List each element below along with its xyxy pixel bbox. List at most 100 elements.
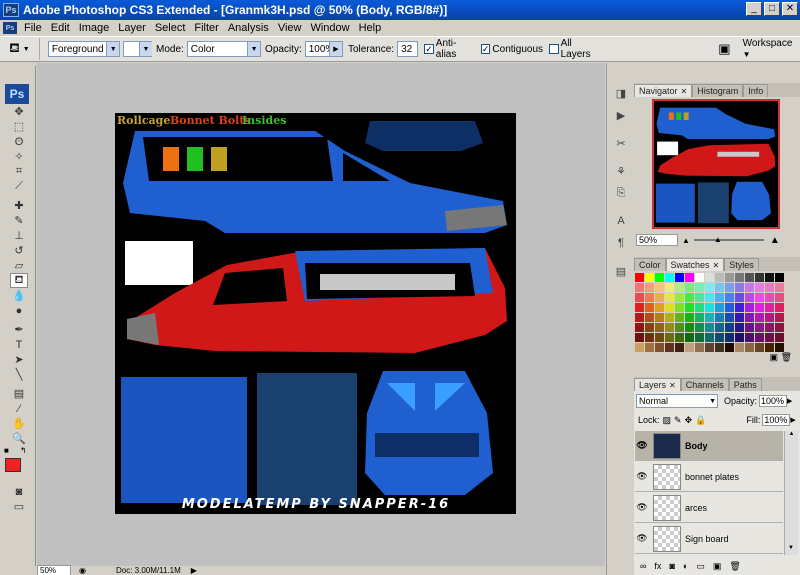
close-icon[interactable]: ✕ (681, 87, 688, 96)
link-icon[interactable]: ∞ (640, 561, 646, 571)
swatch[interactable] (765, 333, 774, 342)
chevron-right-icon[interactable]: ▶ (787, 397, 792, 405)
swatch[interactable] (705, 273, 714, 282)
swatch[interactable] (725, 283, 734, 292)
swatch[interactable] (655, 283, 664, 292)
swatch[interactable] (645, 303, 654, 312)
swatch[interactable] (645, 333, 654, 342)
swatch[interactable] (735, 333, 744, 342)
swatch[interactable] (735, 303, 744, 312)
bridge-icon[interactable]: ▣ (718, 41, 730, 57)
tab-info[interactable]: Info (743, 84, 769, 97)
layer-row[interactable]: 👁 Body (635, 431, 783, 461)
swatch[interactable] (725, 343, 734, 352)
swatch[interactable] (675, 303, 684, 312)
lock-image-icon[interactable]: ✎ (674, 415, 682, 426)
swatch[interactable] (745, 343, 754, 352)
layer-row[interactable]: 👁 bonnet plates (635, 462, 783, 492)
swatch[interactable] (725, 293, 734, 302)
swatch[interactable] (715, 303, 724, 312)
close-icon[interactable]: ✕ (713, 261, 720, 270)
layer-fill-field[interactable]: 100% (762, 414, 791, 426)
swatch[interactable] (765, 303, 774, 312)
swatch[interactable] (635, 333, 644, 342)
swatch[interactable] (725, 273, 734, 282)
swatch[interactable] (755, 273, 764, 282)
swatch[interactable] (645, 323, 654, 332)
foreground-color-swatch[interactable] (5, 458, 21, 472)
swatch[interactable] (705, 293, 714, 302)
swatch[interactable] (685, 273, 694, 282)
close-icon[interactable]: ✕ (669, 381, 676, 390)
swatch[interactable] (665, 313, 674, 322)
paint-bucket-tool-icon[interactable]: ⛾ (10, 273, 28, 288)
status-zoom[interactable]: 50% (37, 565, 71, 575)
tab-navigator[interactable]: Navigator ✕ (634, 84, 693, 97)
blend-mode-select[interactable]: Normal ▼ (636, 394, 718, 408)
quick-mask-icon[interactable]: ◙ (10, 484, 28, 499)
scroll-down-icon[interactable]: ▼ (785, 545, 797, 555)
swatch[interactable] (635, 273, 644, 282)
swatch[interactable] (655, 293, 664, 302)
mode-select[interactable]: Color ▼ (186, 41, 262, 57)
new-swatch-icon[interactable]: ▣ (769, 352, 778, 363)
swatch[interactable] (655, 303, 664, 312)
swatch[interactable] (745, 303, 754, 312)
tab-paths[interactable]: Paths (728, 378, 762, 391)
swatch[interactable] (665, 333, 674, 342)
notes-tool-icon[interactable]: ▤ (10, 386, 28, 401)
swatch[interactable] (635, 323, 644, 332)
swatch[interactable] (635, 313, 644, 322)
swatch-grid[interactable] (635, 273, 784, 355)
swatch[interactable] (765, 273, 774, 282)
menu-view[interactable]: View (275, 22, 308, 34)
eye-icon[interactable]: 👁 (635, 471, 649, 482)
layer-comps-icon[interactable]: ▤ (612, 263, 630, 279)
close-button[interactable]: ✕ (782, 2, 798, 16)
move-tool-icon[interactable]: ✥ (10, 104, 28, 119)
swatch[interactable] (635, 283, 644, 292)
swatch[interactable] (775, 303, 784, 312)
swatch[interactable] (705, 283, 714, 292)
swatch[interactable] (695, 323, 704, 332)
swatch[interactable] (665, 343, 674, 352)
all-layers-checkbox[interactable] (549, 44, 559, 54)
hand-tool-icon[interactable]: ✋ (10, 416, 28, 431)
menu-filter[interactable]: Filter (191, 22, 224, 34)
swatch[interactable] (765, 293, 774, 302)
swatch[interactable] (705, 333, 714, 342)
swatch[interactable] (745, 293, 754, 302)
swatch[interactable] (705, 323, 714, 332)
tool-presets-icon[interactable]: ✂ (612, 135, 630, 151)
menu-layer[interactable]: Layer (115, 22, 152, 34)
menu-select[interactable]: Select (152, 22, 192, 34)
tab-channels[interactable]: Channels (680, 378, 729, 391)
swatch[interactable] (645, 283, 654, 292)
swatch[interactable] (775, 283, 784, 292)
swatch[interactable] (755, 333, 764, 342)
new-layer-icon[interactable]: ▣ (713, 561, 722, 572)
swatch[interactable] (745, 313, 754, 322)
eraser-tool-icon[interactable]: ▱ (10, 258, 28, 273)
swatch[interactable] (695, 333, 704, 342)
brush-tool-icon[interactable]: ✎ (10, 213, 28, 228)
lock-transparency-icon[interactable]: ▨ (663, 415, 672, 426)
workspace-button[interactable]: Workspace ▼ (743, 38, 800, 60)
swatch[interactable] (705, 303, 714, 312)
swatch[interactable] (655, 343, 664, 352)
swatch[interactable] (715, 343, 724, 352)
maximize-button[interactable]: □ (764, 2, 780, 16)
fill-source-select[interactable]: Foreground ▼ (47, 41, 121, 57)
opacity-field[interactable]: 100% ▶ (304, 41, 343, 57)
swatch[interactable] (775, 313, 784, 322)
zoom-out-icon[interactable]: ▲ (682, 236, 690, 245)
layer-row[interactable]: 👁 arces (635, 493, 783, 523)
swatch[interactable] (675, 273, 684, 282)
swatch[interactable] (685, 343, 694, 352)
status-icon[interactable]: ◉ (79, 566, 86, 575)
folder-icon[interactable]: ▭ (696, 561, 705, 572)
swatch[interactable] (755, 293, 764, 302)
menu-edit[interactable]: Edit (48, 22, 76, 34)
swatch[interactable] (735, 273, 744, 282)
clone-source-icon[interactable]: ⎘ (612, 185, 630, 201)
